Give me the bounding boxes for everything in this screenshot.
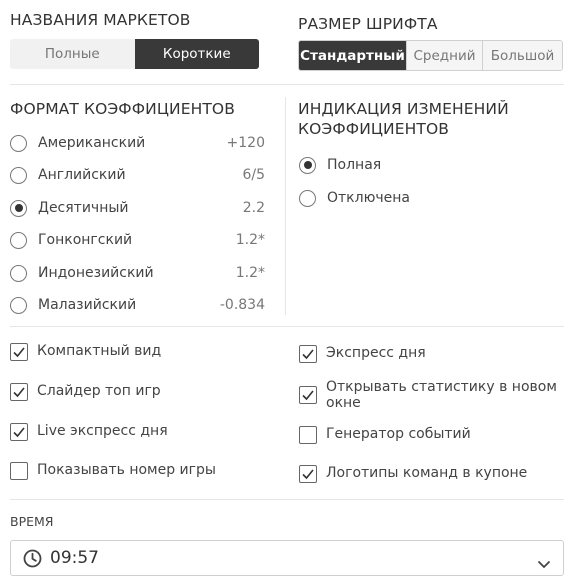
- live-express-checkbox-row[interactable]: Live экспресс дня: [10, 423, 168, 441]
- odds-change-full-option[interactable]: Полная: [299, 153, 499, 177]
- option-label: Американский: [38, 135, 146, 151]
- odds-change-off-option[interactable]: Отключена: [299, 186, 499, 210]
- option-label: Английский: [38, 167, 126, 183]
- checkbox-checked[interactable]: [299, 345, 317, 363]
- top-games-slider-checkbox-row[interactable]: Слайдер топ игр: [10, 383, 161, 401]
- odds-format-malaysian-option[interactable]: Малазийский -0.834: [10, 293, 265, 317]
- radio-button-selected[interactable]: [299, 156, 316, 174]
- font-size-selector: Стандартный Средний Большой: [298, 40, 563, 71]
- compact-view-checkbox-row[interactable]: Компактный вид: [10, 343, 161, 361]
- odds-format-decimal-option[interactable]: Десятичный 2.2: [10, 196, 265, 220]
- checkbox-label: Live экспресс дня: [37, 423, 168, 439]
- font-size-large-button[interactable]: Большой: [482, 41, 562, 70]
- market-names-toggle: Полные Короткие: [10, 39, 259, 69]
- checkbox-checked[interactable]: [299, 465, 317, 483]
- option-label: Отключена: [327, 190, 410, 206]
- odds-change-heading: ИНДИКАЦИЯ ИЗМЕНЕНИЙ КОЭФФИЦИЕНТОВ: [298, 99, 509, 139]
- odds-change-heading-line2: КОЭФФИЦИЕНТОВ: [298, 120, 449, 138]
- option-example: +120: [226, 135, 265, 151]
- market-names-heading: НАЗВАНИЯ МАРКЕТОВ: [10, 11, 191, 29]
- time-heading: ВРЕМЯ: [10, 514, 54, 529]
- divider: [10, 499, 564, 500]
- team-logos-in-coupon-checkbox-row[interactable]: Логотипы команд в купоне: [299, 465, 527, 483]
- time-select[interactable]: 09:57: [10, 540, 564, 576]
- divider: [10, 326, 564, 327]
- checkbox-label: Показывать номер игры: [37, 462, 216, 478]
- checkbox-label-line1: Открывать статистику в новом: [326, 379, 557, 395]
- option-label: Гонконгский: [38, 232, 133, 248]
- radio-dot: [303, 161, 312, 169]
- checkbox-label: Генератор событий: [326, 426, 471, 442]
- option-label: Полная: [327, 157, 382, 173]
- radio-button[interactable]: [10, 134, 27, 152]
- clock-icon: [23, 549, 42, 568]
- checkbox-unchecked[interactable]: [299, 426, 317, 444]
- odds-format-heading: ФОРМАТ КОЭФФИЦИЕНТОВ: [10, 100, 235, 118]
- market-names-short-option[interactable]: Короткие: [134, 39, 259, 69]
- checkmark-icon: [13, 347, 25, 358]
- checkbox-checked[interactable]: [10, 343, 28, 361]
- checkbox-checked[interactable]: [10, 423, 28, 441]
- option-label: Индонезийский: [38, 265, 154, 281]
- font-size-standard-button[interactable]: Стандартный: [299, 41, 406, 70]
- express-of-day-checkbox-row[interactable]: Экспресс дня: [299, 345, 426, 363]
- option-example: 6/5: [242, 167, 265, 183]
- time-value: 09:57: [50, 548, 99, 568]
- event-generator-checkbox-row[interactable]: Генератор событий: [299, 426, 471, 444]
- checkbox-unchecked[interactable]: [10, 462, 28, 480]
- option-example: 1.2*: [235, 232, 265, 248]
- option-example: -0.834: [219, 297, 265, 313]
- radio-button-selected[interactable]: [10, 199, 27, 217]
- option-label: Десятичный: [38, 200, 129, 216]
- radio-button[interactable]: [10, 296, 27, 314]
- odds-change-heading-line1: ИНДИКАЦИЯ ИЗМЕНЕНИЙ: [298, 100, 509, 118]
- radio-dot: [14, 204, 23, 212]
- option-example: 2.2: [242, 200, 265, 216]
- option-label: Малазийский: [38, 297, 137, 313]
- checkbox-label: Слайдер топ игр: [37, 383, 161, 399]
- radio-button[interactable]: [10, 231, 27, 249]
- checkmark-icon: [13, 427, 25, 438]
- checkbox-checked[interactable]: [299, 386, 317, 404]
- checkmark-icon: [302, 390, 314, 401]
- checkbox-label-line2: окне: [326, 395, 361, 411]
- checkbox-label: Компактный вид: [37, 343, 162, 359]
- show-game-number-checkbox-row[interactable]: Показывать номер игры: [10, 462, 216, 480]
- checkbox-label: Открывать статистику в новом окне: [326, 379, 557, 411]
- checkmark-icon: [302, 469, 314, 480]
- chevron-down-icon[interactable]: [537, 554, 551, 568]
- option-example: 1.2*: [235, 265, 265, 281]
- odds-format-english-option[interactable]: Английский 6/5: [10, 163, 265, 187]
- odds-format-indonesian-option[interactable]: Индонезийский 1.2*: [10, 261, 265, 285]
- column-divider: [285, 97, 286, 315]
- divider: [10, 84, 564, 85]
- font-size-medium-button[interactable]: Средний: [406, 41, 482, 70]
- market-names-full-option[interactable]: Полные: [10, 39, 135, 69]
- checkmark-icon: [13, 387, 25, 398]
- checkbox-checked[interactable]: [10, 383, 28, 401]
- radio-button[interactable]: [10, 166, 27, 184]
- checkmark-icon: [302, 349, 314, 360]
- open-stats-new-window-checkbox-row[interactable]: Открывать статистику в новом окне: [299, 379, 557, 411]
- font-size-heading: РАЗМЕР ШРИФТА: [298, 15, 438, 33]
- odds-format-hongkong-option[interactable]: Гонконгский 1.2*: [10, 228, 265, 252]
- checkbox-label: Экспресс дня: [326, 345, 426, 361]
- odds-format-american-option[interactable]: Американский +120: [10, 131, 265, 155]
- radio-button[interactable]: [299, 189, 316, 207]
- checkbox-label: Логотипы команд в купоне: [326, 465, 528, 481]
- radio-button[interactable]: [10, 264, 27, 282]
